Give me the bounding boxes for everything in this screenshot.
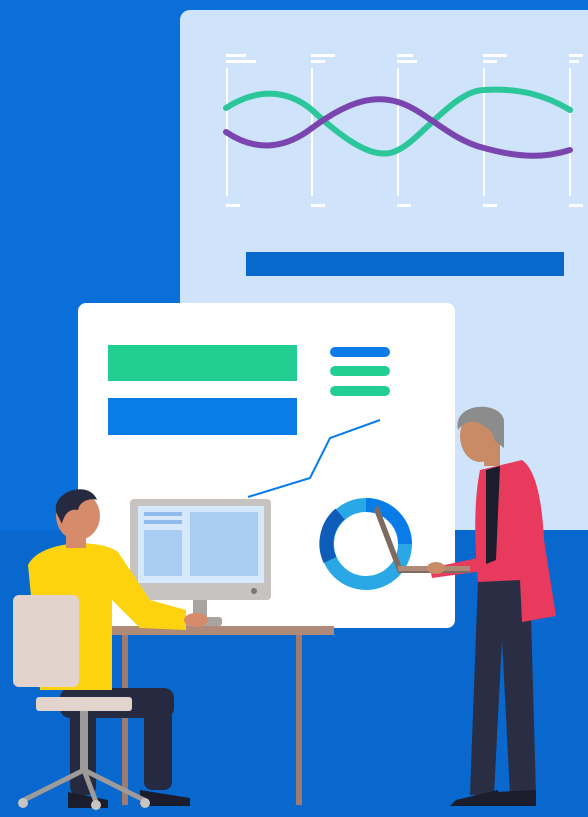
legend-pill-blue bbox=[330, 347, 390, 357]
back-panel-bar bbox=[246, 252, 564, 276]
screen-line bbox=[144, 520, 182, 524]
tick-mark bbox=[311, 60, 325, 63]
chair-seat bbox=[36, 697, 132, 711]
legend-pill-green-2 bbox=[330, 386, 390, 396]
tick-mark bbox=[226, 60, 256, 63]
tick-mark bbox=[483, 204, 497, 207]
desk-leg bbox=[296, 635, 302, 805]
illustration-scene bbox=[0, 0, 588, 817]
tick-mark bbox=[483, 54, 507, 57]
screen-block bbox=[190, 512, 258, 576]
green-bar bbox=[108, 345, 297, 381]
tick-mark bbox=[226, 204, 240, 207]
tick-mark bbox=[397, 204, 411, 207]
tick-mark bbox=[397, 60, 417, 63]
desk-leg bbox=[122, 635, 128, 805]
tick-mark bbox=[569, 54, 583, 57]
tick-mark bbox=[397, 54, 413, 57]
standing-man-shoe bbox=[490, 790, 536, 806]
illustration-svg bbox=[0, 0, 588, 817]
screen-block bbox=[144, 530, 182, 576]
monitor-button bbox=[251, 588, 257, 594]
seated-man-lower-leg bbox=[144, 690, 172, 790]
tick-mark bbox=[226, 54, 246, 57]
tick-mark bbox=[569, 204, 583, 207]
chair-wheel bbox=[91, 800, 101, 810]
screen-line bbox=[144, 512, 182, 516]
blue-bar bbox=[108, 398, 297, 435]
legend-pill-green bbox=[330, 366, 390, 376]
chair-post bbox=[80, 711, 88, 771]
chair-wheel bbox=[140, 798, 150, 808]
tick-mark bbox=[483, 60, 497, 63]
tick-mark bbox=[569, 60, 579, 63]
chair-wheel bbox=[18, 798, 28, 808]
tick-mark bbox=[311, 54, 335, 57]
seated-man-hand bbox=[184, 613, 208, 627]
tick-mark bbox=[311, 204, 325, 207]
chair-back bbox=[13, 595, 79, 687]
standing-man-hand bbox=[427, 562, 445, 574]
